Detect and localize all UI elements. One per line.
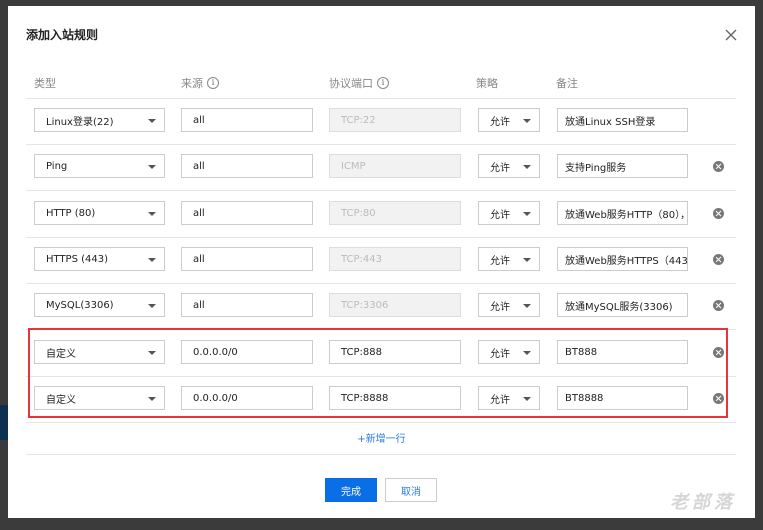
type-select-value: HTTPS (443) [46,253,109,265]
policy-select-value: 允许 [490,301,510,313]
chevron-down-icon [148,397,156,401]
type-select-value: 自定义 [46,348,76,360]
type-select-value: Ping [46,160,68,172]
chevron-down-icon [523,351,531,355]
remark-input[interactable]: 放通Web服务HTTPS（443 [557,247,688,271]
source-input[interactable]: all [181,201,313,225]
watermark-logo: 老部落 [670,492,736,513]
type-select-value: 自定义 [46,394,76,406]
chevron-down-icon [523,165,531,169]
policy-select-value: 允许 [490,162,510,174]
chevron-down-icon [148,165,156,169]
dialog-title: 添加入站规则 [26,28,99,42]
port-input: ICMP [329,154,461,178]
type-select-value: Linux登录(22) [46,116,114,128]
source-input[interactable]: 0.0.0.0/0 [181,386,313,410]
column-header-policy: 策略 [476,77,498,90]
policy-select-value: 允许 [490,116,510,128]
source-input[interactable]: all [181,154,313,178]
chevron-down-icon [523,397,531,401]
rule-row: 自定义 0.0.0.0/0 TCP:888 允许 BT888 [26,330,736,377]
remark-input[interactable]: 放通Web服务HTTP（80）， [557,201,688,225]
column-header-type: 类型 [34,77,56,90]
port-input: TCP:80 [329,201,461,225]
cancel-button[interactable]: 取消 [385,478,437,502]
rule-row: 自定义 0.0.0.0/0 TCP:8888 允许 BT8888 [26,376,736,423]
policy-select[interactable]: 允许 [478,201,540,225]
remark-input[interactable]: BT8888 [557,386,688,410]
rule-row: MySQL(3306) all TCP:3306 允许 放通MySQL服务(3306) [26,283,736,330]
policy-select-value: 允许 [490,209,510,221]
info-icon[interactable]: i [207,77,219,89]
add-row-button[interactable]: +新增一行 [8,430,755,445]
type-select[interactable]: 自定义 [34,340,165,364]
port-input: TCP:3306 [329,293,461,317]
policy-select[interactable]: 允许 [478,247,540,271]
remark-input[interactable]: 支持Ping服务 [557,154,688,178]
policy-select[interactable]: 允许 [478,386,540,410]
rules-table-header: 类型 来源 i 协议端口 i 策略 备注 [26,66,736,99]
delete-row-icon[interactable] [713,347,724,358]
type-select[interactable]: HTTP (80) [34,201,165,225]
remark-input[interactable]: 放通Linux SSH登录 [557,108,688,132]
type-select[interactable]: MySQL(3306) [34,293,165,317]
policy-select[interactable]: 允许 [478,293,540,317]
type-select-value: HTTP (80) [46,207,96,219]
chevron-down-icon [148,304,156,308]
chevron-down-icon [148,212,156,216]
column-header-source: 来源 i [181,75,219,91]
type-select[interactable]: 自定义 [34,386,165,410]
footer-divider [26,454,736,455]
port-input[interactable]: TCP:888 [329,340,461,364]
confirm-button[interactable]: 完成 [325,478,377,502]
source-input[interactable]: all [181,108,313,132]
add-inbound-rule-dialog: 添加入站规则 类型 来源 i 协议端口 i 策略 备注 Linux登录(22) all… [8,6,755,518]
port-input: TCP:443 [329,247,461,271]
port-input: TCP:22 [329,108,461,132]
column-header-port: 协议端口 i [329,75,389,91]
delete-row-icon[interactable] [713,161,724,172]
chevron-down-icon [148,119,156,123]
delete-row-icon[interactable] [713,254,724,265]
source-input[interactable]: all [181,293,313,317]
policy-select-value: 允许 [490,348,510,360]
chevron-down-icon [523,212,531,216]
chevron-down-icon [523,304,531,308]
port-input[interactable]: TCP:8888 [329,386,461,410]
rule-row: Ping all ICMP 允许 支持Ping服务 [26,144,736,191]
delete-row-icon[interactable] [713,208,724,219]
remark-input[interactable]: 放通MySQL服务(3306) [557,293,688,317]
type-select[interactable]: HTTPS (443) [34,247,165,271]
type-select[interactable]: Ping [34,154,165,178]
column-header-remark: 备注 [556,77,578,90]
policy-select[interactable]: 允许 [478,154,540,178]
source-input[interactable]: all [181,247,313,271]
delete-row-icon[interactable] [713,300,724,311]
type-select-value: MySQL(3306) [46,299,114,311]
info-icon[interactable]: i [377,77,389,89]
chevron-down-icon [523,119,531,123]
delete-row-icon[interactable] [713,393,724,404]
chevron-down-icon [523,258,531,262]
rule-row: HTTP (80) all TCP:80 允许 放通Web服务HTTP（80）， [26,191,736,238]
policy-select[interactable]: 允许 [478,108,540,132]
source-input[interactable]: 0.0.0.0/0 [181,340,313,364]
chevron-down-icon [148,258,156,262]
policy-select-value: 允许 [490,394,510,406]
background-panel-strip [0,405,8,440]
rule-row: HTTPS (443) all TCP:443 允许 放通Web服务HTTPS（443 [26,237,736,284]
close-icon[interactable] [724,28,738,42]
policy-select-value: 允许 [490,255,510,267]
type-select[interactable]: Linux登录(22) [34,108,165,132]
rule-row: Linux登录(22) all TCP:22 允许 放通Linux SSH登录 [26,98,736,145]
chevron-down-icon [148,351,156,355]
policy-select[interactable]: 允许 [478,340,540,364]
remark-input[interactable]: BT888 [557,340,688,364]
